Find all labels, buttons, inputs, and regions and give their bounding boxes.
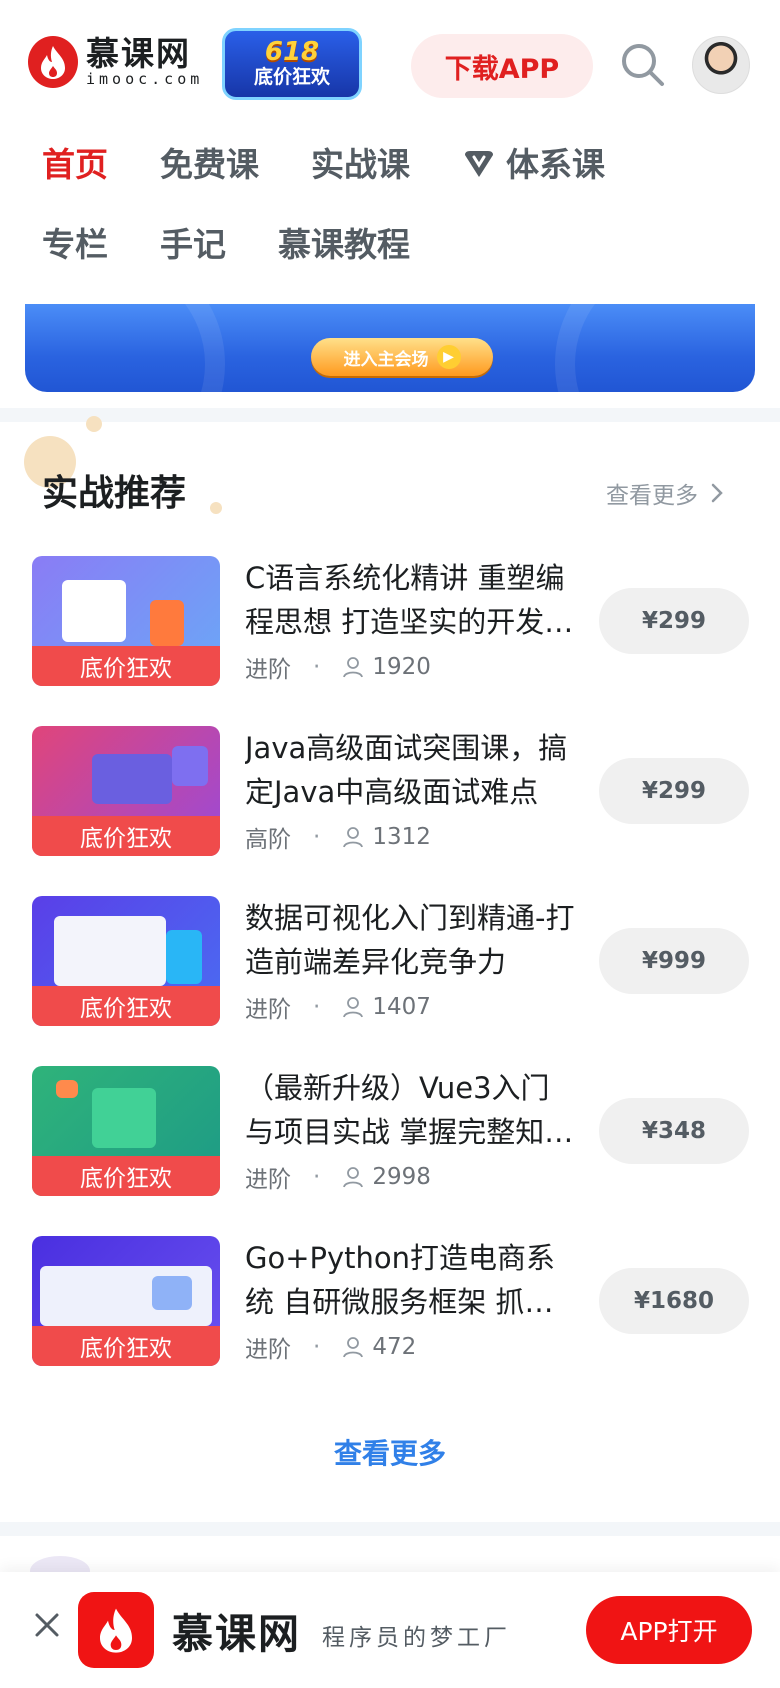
- meta-separator: ·: [313, 994, 321, 1020]
- meta-separator: ·: [313, 1334, 321, 1360]
- user-icon: [343, 657, 364, 678]
- student-count: 1920: [372, 654, 431, 680]
- chevron-right-icon: [711, 483, 723, 503]
- promo-618-badge[interactable]: 618 底价狂欢: [222, 28, 362, 100]
- open-app-bar: 慕课网 程序员的梦工厂 APP打开: [0, 1572, 780, 1688]
- promo-tag: 底价狂欢: [32, 1326, 220, 1366]
- search-icon[interactable]: [618, 40, 668, 90]
- course-thumbnail[interactable]: 底价狂欢: [32, 556, 220, 686]
- app-name: 慕课网: [172, 1610, 301, 1658]
- course-thumbnail[interactable]: 底价狂欢: [32, 896, 220, 1026]
- price-button[interactable]: ¥1680: [599, 1268, 749, 1334]
- user-icon: [343, 1167, 364, 1188]
- student-count: 472: [372, 1334, 417, 1360]
- decor-circle: [86, 416, 102, 432]
- decor-circle: [210, 502, 222, 514]
- thumb-illustration: [150, 600, 184, 646]
- thumb-illustration: [54, 916, 166, 986]
- promo-tag: 底价狂欢: [32, 816, 220, 856]
- heart-icon: [465, 151, 493, 177]
- section-divider: [0, 408, 780, 422]
- nav-home[interactable]: 首页: [42, 140, 108, 190]
- promo-tag: 底价狂欢: [32, 986, 220, 1026]
- price-button[interactable]: ¥299: [599, 758, 749, 824]
- course-item[interactable]: 底价狂欢 数据可视化入门到精通-打造前端差异化竞争力 进阶 · 1407 ¥99…: [0, 896, 780, 1028]
- app-slogan: 程序员的梦工厂: [322, 1625, 511, 1651]
- app-logo-icon: [78, 1592, 154, 1668]
- practical-recommend-header: 实战推荐 查看更多: [0, 416, 780, 530]
- course-title[interactable]: Java高级面试突围课，搞定Java中高级面试难点: [245, 726, 575, 814]
- promo-number: 618: [264, 37, 320, 67]
- student-count: 2998: [372, 1164, 431, 1190]
- download-app-button[interactable]: 下载APP: [411, 34, 593, 98]
- course-meta: 进阶 · 472: [245, 1330, 416, 1364]
- imooc-logo[interactable]: 慕课网 imooc.com: [28, 36, 203, 88]
- course-item[interactable]: 底价狂欢 C语言系统化精讲 重塑编程思想 打造坚实的开发基础 进阶 · 1920…: [0, 556, 780, 688]
- course-item[interactable]: 底价狂欢 （最新升级）Vue3入门与项目实战 掌握完整知识体系 进阶 · 299…: [0, 1066, 780, 1198]
- play-arrow-icon: ▶: [436, 345, 461, 369]
- student-count: 1407: [372, 994, 431, 1020]
- course-meta: 进阶 · 1407: [245, 990, 431, 1024]
- section-divider: [0, 1522, 780, 1536]
- promo-tag: 底价狂欢: [32, 1156, 220, 1196]
- thumb-illustration: [152, 1276, 192, 1310]
- course-thumbnail[interactable]: 底价狂欢: [32, 1236, 220, 1366]
- user-avatar[interactable]: [692, 36, 750, 94]
- course-meta: 高阶 · 1312: [245, 820, 431, 854]
- user-icon: [343, 827, 364, 848]
- promo-text: 底价狂欢: [253, 66, 330, 88]
- course-level: 进阶: [245, 997, 291, 1023]
- nav-columns[interactable]: 专栏: [42, 220, 108, 270]
- promo-banner[interactable]: 进入主会场 ▶: [25, 304, 755, 392]
- banner-enter-button[interactable]: 进入主会场 ▶: [311, 338, 493, 376]
- meta-separator: ·: [313, 1164, 321, 1190]
- course-title[interactable]: Go+Python打造电商系统 自研微服务框架 抓紧高薪: [245, 1236, 575, 1324]
- nav-notes[interactable]: 手记: [160, 220, 226, 270]
- course-title[interactable]: 数据可视化入门到精通-打造前端差异化竞争力: [245, 896, 575, 984]
- nav-tutorials[interactable]: 慕课教程: [278, 220, 410, 270]
- meta-separator: ·: [313, 654, 321, 680]
- price-button[interactable]: ¥299: [599, 588, 749, 654]
- price-button[interactable]: ¥348: [599, 1098, 749, 1164]
- course-title[interactable]: C语言系统化精讲 重塑编程思想 打造坚实的开发基础: [245, 556, 575, 644]
- course-meta: 进阶 · 2998: [245, 1160, 431, 1194]
- thumb-illustration: [62, 580, 126, 642]
- thumb-illustration: [92, 1088, 156, 1148]
- nav-practical-courses[interactable]: 实战课: [311, 140, 410, 190]
- course-level: 高阶: [245, 827, 291, 853]
- course-level: 进阶: [245, 1337, 291, 1363]
- thumb-illustration: [56, 1080, 78, 1098]
- thumb-illustration: [166, 930, 202, 984]
- course-item[interactable]: 底价狂欢 Java高级面试突围课，搞定Java中高级面试难点 高阶 · 1312…: [0, 726, 780, 858]
- price-button[interactable]: ¥999: [599, 928, 749, 994]
- course-level: 进阶: [245, 1167, 291, 1193]
- meta-separator: ·: [313, 824, 321, 850]
- course-title[interactable]: （最新升级）Vue3入门与项目实战 掌握完整知识体系: [245, 1066, 575, 1154]
- see-more-courses-link[interactable]: 查看更多: [0, 1432, 780, 1472]
- logo-name: 慕课网: [86, 34, 191, 73]
- user-icon: [343, 997, 364, 1018]
- top-header: 慕课网 imooc.com 618 底价狂欢 下载APP: [0, 0, 780, 130]
- course-level: 进阶: [245, 657, 291, 683]
- view-more-link[interactable]: 查看更多: [606, 476, 724, 510]
- flame-logo-icon: [28, 36, 78, 88]
- nav-free-courses[interactable]: 免费课: [160, 140, 259, 190]
- logo-domain: imooc.com: [86, 70, 204, 88]
- student-count: 1312: [372, 824, 431, 850]
- user-icon: [343, 1337, 364, 1358]
- open-app-button[interactable]: APP打开: [586, 1596, 752, 1664]
- course-thumbnail[interactable]: 底价狂欢: [32, 1066, 220, 1196]
- course-meta: 进阶 · 1920: [245, 650, 431, 684]
- course-thumbnail[interactable]: 底价狂欢: [32, 726, 220, 856]
- thumb-illustration: [92, 754, 172, 804]
- close-icon[interactable]: [32, 1610, 62, 1640]
- nav-system-courses[interactable]: 体系课: [462, 140, 605, 190]
- course-item[interactable]: 底价狂欢 Go+Python打造电商系统 自研微服务框架 抓紧高薪 进阶 · 4…: [0, 1236, 780, 1368]
- thumb-illustration: [172, 746, 208, 786]
- section-title: 实战推荐: [42, 473, 187, 514]
- promo-tag: 底价狂欢: [32, 646, 220, 686]
